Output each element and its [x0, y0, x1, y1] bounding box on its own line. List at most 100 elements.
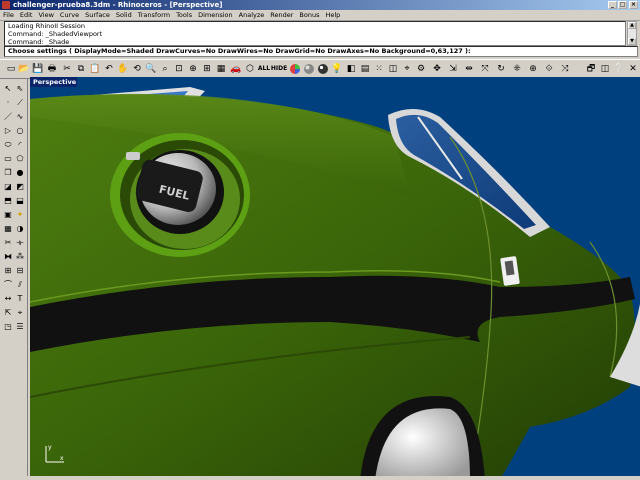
sphere-icon[interactable]: ●: [14, 167, 26, 179]
layer-icon[interactable]: ◧: [344, 62, 358, 76]
hide-label-icon[interactable]: HIDE: [271, 62, 287, 76]
mirror-icon[interactable]: ⇹: [462, 62, 476, 76]
cut-icon[interactable]: ✂: [60, 62, 74, 76]
history-scrollbar[interactable]: ▲ ▼: [627, 21, 637, 46]
offset-icon[interactable]: ⫽: [14, 279, 26, 291]
split-icon[interactable]: ⟛: [14, 237, 26, 249]
command-prompt[interactable]: Choose settings ( DisplayMode=Shaded Dra…: [4, 46, 638, 57]
help-icon[interactable]: ❔: [612, 62, 626, 76]
fillet-icon[interactable]: ⌒: [2, 279, 14, 291]
menu-analyze[interactable]: Analyze: [236, 10, 268, 20]
loft-icon[interactable]: ◩: [14, 181, 26, 193]
align-icon[interactable]: ⊕: [526, 62, 540, 76]
orient-icon[interactable]: ⟐: [542, 62, 556, 76]
twist-icon[interactable]: ⤨: [558, 62, 572, 76]
join-icon[interactable]: ⧓: [2, 251, 14, 263]
box-icon[interactable]: ❒: [2, 167, 14, 179]
mesh-icon[interactable]: ⬡: [243, 62, 257, 76]
open-icon[interactable]: 📂: [17, 62, 31, 76]
menu-bonus[interactable]: Bonus: [296, 10, 322, 20]
sphere-render-icon[interactable]: [316, 62, 330, 76]
sweep-icon[interactable]: ⬓: [14, 195, 26, 207]
dimension-icon[interactable]: ↔: [2, 293, 14, 305]
ungroup-icon[interactable]: ⊟: [14, 265, 26, 277]
menu-view[interactable]: View: [35, 10, 56, 20]
four-viewports-icon[interactable]: ⊞: [200, 62, 214, 76]
close-button[interactable]: ×: [629, 1, 638, 9]
undo-icon[interactable]: ↶: [102, 62, 116, 76]
array-icon[interactable]: ⁜: [510, 62, 524, 76]
all-label-icon[interactable]: ALL: [257, 62, 271, 76]
mesh-tool-icon[interactable]: ▦: [2, 223, 14, 235]
render-tool-icon[interactable]: ◳: [2, 321, 14, 333]
text-icon[interactable]: T: [14, 293, 26, 305]
extrude-icon[interactable]: ⬒: [2, 195, 14, 207]
ellipse-icon[interactable]: ⬭: [2, 139, 14, 151]
analyze-tool-icon[interactable]: ⌖: [14, 307, 26, 319]
boolean-icon[interactable]: ◑: [14, 223, 26, 235]
menu-tools[interactable]: Tools: [173, 10, 195, 20]
scroll-down-arrow-icon[interactable]: ▼: [628, 38, 636, 45]
transform-icon[interactable]: ⇱: [2, 307, 14, 319]
rotate-tool-icon[interactable]: ↻: [494, 62, 508, 76]
select-points-icon[interactable]: ⇖: [14, 83, 26, 95]
point-icon[interactable]: ·: [2, 97, 14, 109]
scale-icon[interactable]: ⤧: [478, 62, 492, 76]
layer-tool-icon[interactable]: ☰: [14, 321, 26, 333]
light-tool-icon[interactable]: ✦: [14, 209, 26, 221]
color-wheel-icon[interactable]: [288, 62, 302, 76]
circle-icon[interactable]: ○: [14, 125, 26, 137]
menu-edit[interactable]: Edit: [17, 10, 36, 20]
close-icon[interactable]: ✕: [626, 62, 640, 76]
curve-icon[interactable]: ∿: [14, 111, 26, 123]
surface-icon[interactable]: ◪: [2, 181, 14, 193]
copy-tool-icon[interactable]: ⇲: [446, 62, 460, 76]
zoom-extents-icon[interactable]: ⊡: [172, 62, 186, 76]
analyze-icon[interactable]: ⌖: [400, 62, 414, 76]
sphere-shaded-icon[interactable]: [302, 62, 316, 76]
menu-render[interactable]: Render: [267, 10, 296, 20]
print-icon[interactable]: 🖶: [45, 62, 59, 76]
copy-icon[interactable]: ⧉: [74, 62, 88, 76]
solid-icon[interactable]: ▣: [2, 209, 14, 221]
menu-curve[interactable]: Curve: [57, 10, 82, 20]
minimize-button[interactable]: _: [608, 1, 617, 9]
new-file-icon[interactable]: ▭: [4, 62, 18, 76]
save-icon[interactable]: 💾: [31, 62, 45, 76]
zoom-selected-icon[interactable]: ⊕: [186, 62, 200, 76]
polyline-icon[interactable]: ⟋: [14, 97, 26, 109]
zoom-window-icon[interactable]: ⌕: [158, 62, 172, 76]
select-arrow-icon[interactable]: ↖: [2, 83, 14, 95]
viewport-title[interactable]: Perspective: [30, 77, 77, 87]
line-icon[interactable]: ／: [2, 111, 14, 123]
point-edit-icon[interactable]: ⁙: [372, 62, 386, 76]
arc-icon[interactable]: ◜: [14, 139, 26, 151]
grid-icon[interactable]: ▦: [214, 62, 228, 76]
group-icon[interactable]: ⊞: [2, 265, 14, 277]
light-icon[interactable]: 💡: [330, 62, 344, 76]
menu-solid[interactable]: Solid: [113, 10, 135, 20]
rectangle-icon[interactable]: ▭: [2, 153, 14, 165]
menu-dimension[interactable]: Dimension: [195, 10, 236, 20]
explode-icon[interactable]: ⁂: [14, 251, 26, 263]
rotate-view-icon[interactable]: ⟲: [130, 62, 144, 76]
scroll-up-arrow-icon[interactable]: ▲: [628, 22, 636, 29]
menu-file[interactable]: File: [0, 10, 17, 20]
menu-transform[interactable]: Transform: [135, 10, 173, 20]
menu-surface[interactable]: Surface: [82, 10, 113, 20]
render-icon[interactable]: ◫: [386, 62, 400, 76]
options-icon[interactable]: ⚙: [414, 62, 428, 76]
car-icon[interactable]: 🚗: [229, 62, 243, 76]
tile-icon[interactable]: ◫: [598, 62, 612, 76]
zoom-icon[interactable]: 🔍: [144, 62, 158, 76]
window-icon[interactable]: 🗗: [584, 62, 598, 76]
properties-icon[interactable]: ▤: [358, 62, 372, 76]
menu-help[interactable]: Help: [322, 10, 343, 20]
perspective-viewport[interactable]: FUEL Perspective x y: [30, 77, 640, 480]
rhino-app-icon[interactable]: [2, 1, 10, 9]
pan-icon[interactable]: ✋: [116, 62, 130, 76]
polygon-icon[interactable]: ⬠: [14, 153, 26, 165]
paste-icon[interactable]: 📋: [88, 62, 102, 76]
move-icon[interactable]: ✥: [430, 62, 444, 76]
triangle-icon[interactable]: ▷: [2, 125, 14, 137]
